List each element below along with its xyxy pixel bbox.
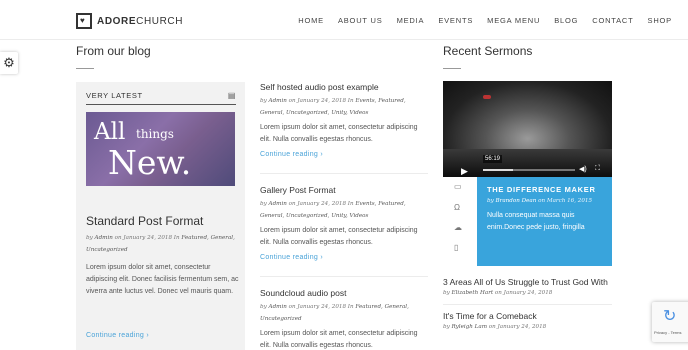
recaptcha-badge[interactable]: ↻ Privacy - Terms <box>652 302 688 342</box>
sermon-title[interactable]: THE DIFFERENCE MAKER <box>487 185 602 194</box>
featured-sermon-box: THE DIFFERENCE MAKER by Brandon Dean on … <box>477 177 612 266</box>
post-title[interactable]: Gallery Post Format <box>260 185 428 195</box>
latest-post-card: VERY LATEST ▤ All things New. Standard P… <box>76 82 245 350</box>
blog-post: Soundcloud audio post by Admin on Januar… <box>260 288 428 350</box>
post-author[interactable]: Admin <box>269 304 287 310</box>
sermon-video-player[interactable]: ▶ 56:19 ◀) ⛶ <box>443 81 612 177</box>
nav-events[interactable]: EVENTS <box>438 16 473 25</box>
post-meta: by Admin on January 24, 2018 In Events, … <box>260 201 406 219</box>
blog-title-underline <box>76 68 94 69</box>
sermon-list-divider <box>443 304 612 305</box>
post-title[interactable]: Soundcloud audio post <box>260 288 428 298</box>
sermons-title-underline <box>443 68 461 69</box>
headphones-icon[interactable]: Ω <box>454 203 460 212</box>
video-thumbnail-mark <box>483 95 491 99</box>
featured-post-meta: by Admin on January 24, 2018 In Featured… <box>86 235 235 253</box>
post-author[interactable]: Admin <box>269 98 287 104</box>
sermon-list-item: 3 Areas All of Us Struggle to Trust God … <box>443 277 608 299</box>
blog-post: Gallery Post Format by Admin on January … <box>260 185 428 261</box>
sermon-list-author[interactable]: Elizabeth Hart <box>452 290 494 296</box>
download-icon[interactable]: ☁ <box>454 223 462 232</box>
video-progress-fill <box>483 169 514 171</box>
post-excerpt: Lorem ipsum dolor sit amet, consectetur … <box>260 330 418 349</box>
sermon-excerpt: Nulla consequat massa quis enim.Donec pe… <box>487 212 585 231</box>
post-meta: by Admin on January 24, 2018 In Events, … <box>260 98 406 116</box>
book-icon[interactable]: ▯ <box>454 243 458 252</box>
heart-icon: ♥ <box>76 13 92 29</box>
sermon-author[interactable]: Brandon Dean <box>496 198 537 204</box>
featured-post-excerpt: Lorem ipsum dolor sit amet, consectetur … <box>86 264 239 295</box>
post-author[interactable]: Admin <box>95 235 113 241</box>
video-time: 56:19 <box>483 155 503 163</box>
main-nav: HOME ABOUT US MEDIA EVENTS MEGA MENU BLO… <box>298 16 672 25</box>
featured-continue-link[interactable]: Continue reading › <box>86 332 149 339</box>
recaptcha-links[interactable]: Privacy - Terms <box>654 330 681 335</box>
image-text-things: things <box>136 127 174 141</box>
recaptcha-icon: ↻ <box>663 308 677 325</box>
sermons-section-title: Recent Sermons <box>443 44 533 58</box>
sermon-list-author[interactable]: Ryleigh Lam <box>452 324 487 330</box>
post-author[interactable]: Admin <box>269 201 287 207</box>
image-text-new: New. <box>108 143 192 182</box>
logo-light: CHURCH <box>136 15 184 27</box>
continue-link[interactable]: Continue reading › <box>260 151 428 158</box>
play-icon[interactable]: ▶ <box>461 166 468 177</box>
sermon-icon-column: ▭ Ω ☁ ▯ <box>443 177 477 265</box>
sermon-list-title[interactable]: It's Time for a Comeback <box>443 311 546 321</box>
nav-about-us[interactable]: ABOUT US <box>338 16 383 25</box>
featured-post-image[interactable]: All things New. <box>86 112 235 186</box>
post-excerpt: Lorem ipsum dolor sit amet, consectetur … <box>260 227 418 246</box>
post-divider <box>260 276 428 277</box>
image-text-all: All <box>94 119 126 145</box>
video-progress-bar[interactable] <box>483 169 575 171</box>
nav-contact[interactable]: CONTACT <box>592 16 633 25</box>
post-excerpt: Lorem ipsum dolor sit amet, consectetur … <box>260 124 418 143</box>
site-logo[interactable]: ♥ ADORECHURCH <box>76 13 183 29</box>
volume-icon[interactable]: ◀) <box>579 165 587 173</box>
sermon-list-meta: by Ryleigh Lam on January 24, 2018 <box>443 324 547 330</box>
continue-link[interactable]: Continue reading › <box>260 254 428 261</box>
blog-section-title: From our blog <box>76 44 151 58</box>
sermon-list-item: It's Time for a Comeback by Ryleigh Lam … <box>443 311 546 333</box>
sermon-meta: by Brandon Dean on March 16, 2015 <box>487 198 593 204</box>
sermon-list-title[interactable]: 3 Areas All of Us Struggle to Trust God … <box>443 277 608 287</box>
nav-home[interactable]: HOME <box>298 16 324 25</box>
gears-icon[interactable]: ⚙ <box>0 52 18 74</box>
nav-mega-menu[interactable]: MEGA MENU <box>487 16 540 25</box>
nav-media[interactable]: MEDIA <box>397 16 425 25</box>
blog-post: Self hosted audio post example by Admin … <box>260 82 428 158</box>
featured-post-title[interactable]: Standard Post Format <box>86 214 203 228</box>
fullscreen-icon[interactable]: ⛶ <box>595 165 600 173</box>
post-title[interactable]: Self hosted audio post example <box>260 82 428 92</box>
post-divider <box>260 173 428 174</box>
site-header: ♥ ADORECHURCH HOME ABOUT US MEDIA EVENTS… <box>0 0 688 40</box>
logo-bold: ADORE <box>97 15 137 27</box>
nav-blog[interactable]: BLOG <box>554 16 578 25</box>
video-controls: ▶ 56:19 ◀) ⛶ <box>443 155 612 177</box>
folder-icon[interactable]: ▭ <box>454 182 462 191</box>
latest-label: VERY LATEST <box>86 91 143 100</box>
nav-shop[interactable]: SHOP <box>648 16 672 25</box>
sermon-list-meta: by Elizabeth Hart on January 24, 2018 <box>443 290 553 296</box>
post-meta: by Admin on January 24, 2018 In Featured… <box>260 304 409 322</box>
comment-icon[interactable]: ▤ <box>228 91 236 100</box>
